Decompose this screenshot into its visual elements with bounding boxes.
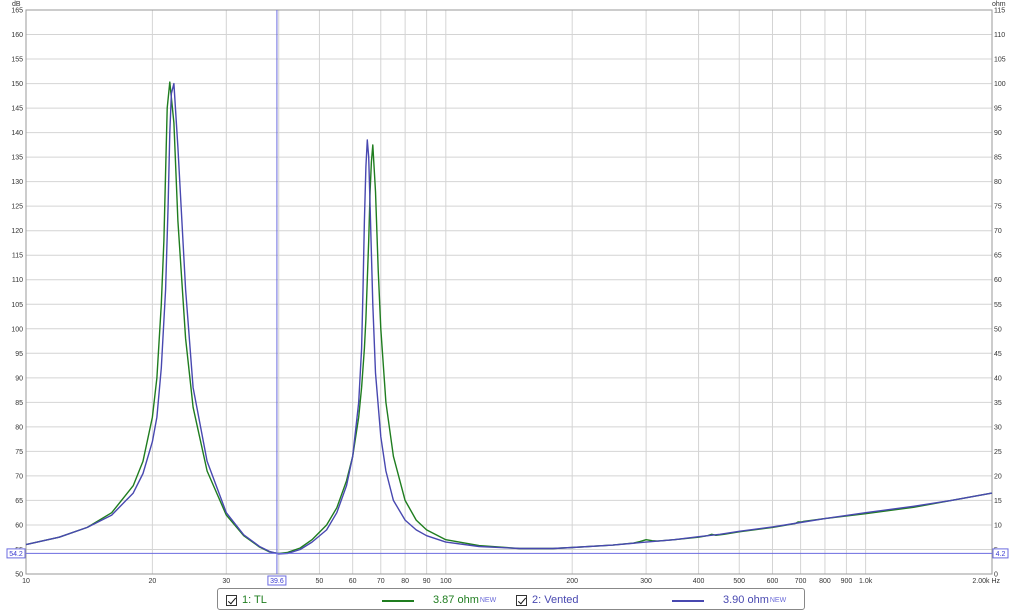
y-right-tick-label: 95 bbox=[994, 106, 1002, 113]
y-left-tick-label: 60 bbox=[15, 522, 23, 529]
legend-item-vented[interactable]: 2: Vented bbox=[516, 592, 579, 608]
y-left-tick-label: 140 bbox=[11, 130, 23, 137]
x-tick-label: 30 bbox=[222, 578, 230, 585]
y-right-tick-label: 65 bbox=[994, 253, 1002, 260]
y-left-tick-label: 155 bbox=[11, 57, 23, 64]
y-right-tick-label: 25 bbox=[994, 449, 1002, 456]
y-left-unit: dB bbox=[12, 1, 21, 8]
y-left-tick-label: 85 bbox=[15, 400, 23, 407]
y-right-tick-label: 75 bbox=[994, 204, 1002, 211]
checkbox-vented[interactable] bbox=[516, 594, 527, 606]
x-tick-label: 900 bbox=[841, 578, 853, 585]
impedance-chart: 50 55 60 65 70 75 80 85 90 95 100 105 110 115 120 125 13… bbox=[0, 0, 1024, 614]
y-left-tick-label: 150 bbox=[11, 81, 23, 88]
y-left-tick-label: 110 bbox=[12, 277, 23, 284]
x-tick-label: 700 bbox=[795, 578, 807, 585]
y-right-tick-label: 50 bbox=[994, 326, 1002, 333]
legend-label-tl: 1: TL bbox=[242, 594, 267, 606]
x-tick-label: 500 bbox=[733, 578, 745, 585]
y-left-tick-label: 145 bbox=[11, 106, 23, 113]
x-tick-label: 1.0k bbox=[859, 578, 873, 585]
y-right-tick-label: 55 bbox=[994, 302, 1002, 309]
cursor-y-left-label: 54.2 bbox=[9, 551, 23, 558]
y-left-tick-label: 65 bbox=[15, 498, 23, 505]
legend-label-vented: 2: Vented bbox=[532, 594, 579, 606]
x-tick-label: 300 bbox=[640, 578, 652, 585]
y-left-tick-label: 160 bbox=[11, 32, 23, 39]
cursor-y-right-label: 4.2 bbox=[996, 551, 1006, 558]
x-tick-label: 60 bbox=[349, 578, 357, 585]
y-left-tick-label: 80 bbox=[15, 424, 23, 431]
x-tick-label: 2.00k Hz bbox=[972, 578, 1000, 585]
y-right-tick-label: 45 bbox=[994, 351, 1002, 358]
y-left-tick-label: 115 bbox=[12, 253, 23, 260]
legend-value-tl: 3.87 ohm NEW bbox=[433, 592, 496, 608]
x-tick-label: 400 bbox=[693, 578, 705, 585]
y-left-tick-label: 165 bbox=[11, 8, 23, 15]
legend-item-tl[interactable]: 1: TL bbox=[226, 592, 267, 608]
x-tick-label: 80 bbox=[401, 578, 409, 585]
x-tick-label: 100 bbox=[440, 578, 452, 585]
x-tick-label: 20 bbox=[148, 578, 156, 585]
y-right-tick-label: 85 bbox=[994, 155, 1002, 162]
legend-tag-tl: NEW bbox=[479, 596, 497, 604]
y-left-tick-label: 95 bbox=[15, 351, 23, 358]
legend-swatch-vented bbox=[672, 600, 704, 602]
y-right-tick-label: 90 bbox=[994, 130, 1002, 137]
y-left-tick-label: 105 bbox=[11, 302, 23, 309]
legend-tag-vented: NEW bbox=[769, 596, 787, 604]
y-right-tick-label: 40 bbox=[994, 375, 1002, 382]
legend: 1: TL 3.87 ohm NEW 2: Vented 3.90 ohm NEW bbox=[217, 588, 805, 610]
y-left-tick-label: 135 bbox=[11, 155, 23, 162]
x-tick-label: 70 bbox=[377, 578, 385, 585]
y-right-tick-label: 20 bbox=[994, 473, 1002, 480]
y-right-tick-label: 30 bbox=[994, 424, 1002, 431]
x-tick-label: 90 bbox=[423, 578, 431, 585]
y-right-tick-label: 60 bbox=[994, 277, 1002, 284]
y-left-tick-label: 100 bbox=[11, 326, 23, 333]
x-tick-label: 50 bbox=[316, 578, 324, 585]
x-tick-label: 10 bbox=[22, 578, 30, 585]
y-right-tick-label: 115 bbox=[994, 8, 1005, 15]
y-left-tick-label: 75 bbox=[15, 449, 23, 456]
y-right-tick-label: 10 bbox=[994, 522, 1002, 529]
y-left-tick-label: 120 bbox=[11, 228, 23, 235]
y-right-tick-label: 15 bbox=[994, 498, 1002, 505]
cursor-x-label: 39.6 bbox=[270, 578, 284, 585]
checkbox-tl[interactable] bbox=[226, 594, 237, 606]
y-left-tick-label: 70 bbox=[15, 473, 23, 480]
x-tick-label: 800 bbox=[819, 578, 831, 585]
y-right-tick-label: 105 bbox=[994, 57, 1006, 64]
legend-value-text-vented: 3.90 ohm bbox=[723, 594, 769, 606]
y-left-tick-label: 125 bbox=[11, 204, 23, 211]
y-right-unit: ohm bbox=[992, 1, 1006, 8]
y-right-tick-label: 110 bbox=[994, 32, 1005, 39]
y-right-tick-label: 35 bbox=[994, 400, 1002, 407]
legend-swatch-tl bbox=[382, 600, 414, 602]
legend-value-vented: 3.90 ohm NEW bbox=[723, 592, 786, 608]
y-left-tick-label: 130 bbox=[11, 179, 23, 186]
y-right-tick-label: 70 bbox=[994, 228, 1002, 235]
y-right-tick-label: 80 bbox=[994, 179, 1002, 186]
y-left-tick-label: 90 bbox=[15, 375, 23, 382]
y-right-tick-label: 100 bbox=[994, 81, 1006, 88]
x-tick-label: 600 bbox=[767, 578, 779, 585]
x-tick-label: 200 bbox=[566, 578, 578, 585]
legend-value-text-tl: 3.87 ohm bbox=[433, 594, 479, 606]
